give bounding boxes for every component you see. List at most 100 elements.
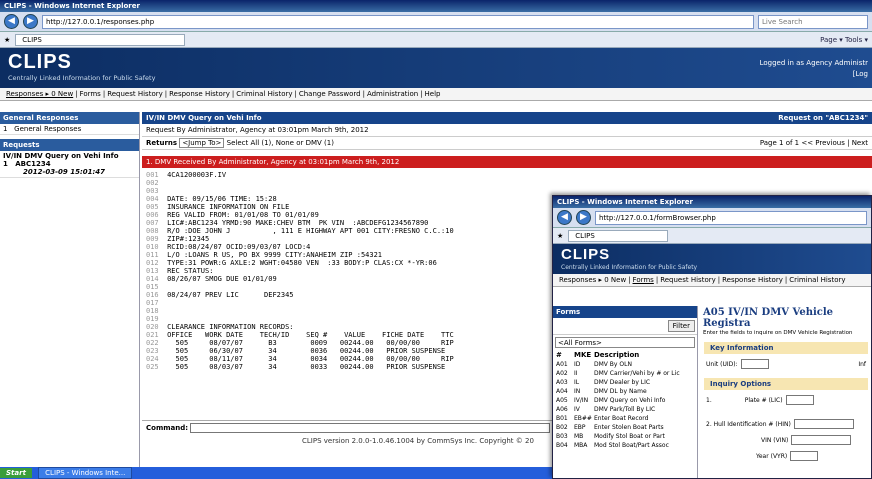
line-number: 018 <box>146 307 159 315</box>
favorites-star-icon[interactable]: ★ <box>557 232 563 240</box>
line-text: TYPE:31 POWR:G AXLE:2 WGHT:04580 VEN :33… <box>167 259 437 267</box>
line-number: 003 <box>146 187 159 195</box>
line-number: 001 <box>146 171 159 179</box>
request-by-text: Request By Administrator, Agency at 03:0… <box>146 126 369 134</box>
back-icon[interactable]: ◀ <box>557 210 572 225</box>
row-number: 1 <box>3 125 8 133</box>
year-input[interactable] <box>790 451 819 461</box>
form-list-item[interactable]: A04 IN DMV DL by Name <box>553 387 697 396</box>
form-list-item[interactable]: B04 MBA Mod Stol Boat/Part Assoc <box>553 441 697 450</box>
form-mke: ID <box>574 361 581 368</box>
taskbar-item[interactable]: CLIPS - Windows Inte... <box>38 467 133 479</box>
line-number: 004 <box>146 195 159 203</box>
menu-criminal-history[interactable]: Criminal History <box>234 90 294 98</box>
vin-input[interactable] <box>791 435 852 445</box>
form-code: A06 <box>556 406 568 413</box>
request-type: IV/IN DMV Query on Vehi Info <box>3 152 119 160</box>
line-text: REG VALID FROM: 01/01/08 TO 01/01/09 <box>167 211 319 219</box>
forms-heading: Forms <box>553 306 697 318</box>
forward-icon[interactable]: ▶ <box>576 210 591 225</box>
line-number: 002 <box>146 179 159 187</box>
search-input[interactable]: Live Search <box>758 14 868 29</box>
form-list-item[interactable]: A01 ID DMV By OLN <box>553 360 697 369</box>
line-text: DATE: 09/15/06 TIME: 15:28 <box>167 195 277 203</box>
line-number: 007 <box>146 219 159 227</box>
jump-to-select[interactable]: <Jump To> <box>179 138 225 148</box>
url-input[interactable]: http://127.0.0.1/formBrowser.php <box>595 210 867 225</box>
form-code: B02 <box>556 424 568 431</box>
report-line: 002 <box>146 179 872 187</box>
menu-responses[interactable]: Responses ▸ 0 New <box>557 276 628 284</box>
menu-criminal-history[interactable]: Criminal History <box>787 276 847 284</box>
line-number: 024 <box>146 355 159 363</box>
pagination[interactable]: Page 1 of 1 << Previous | Next <box>760 139 868 147</box>
form-browser-window: CLIPS - Windows Internet Explorer ◀ ▶ ht… <box>552 195 872 479</box>
line-number: 010 <box>146 243 159 251</box>
hin-input[interactable] <box>793 419 854 429</box>
browser-tab[interactable]: CLIPS <box>568 229 669 242</box>
logout-link[interactable]: [Log <box>760 69 868 80</box>
menu-help[interactable]: Help <box>423 90 443 98</box>
menu-administration[interactable]: Administration <box>365 90 420 98</box>
form-title: A05 IV/IN DMV Vehicle Registra <box>703 307 834 329</box>
form-list-item[interactable]: B03 MB Modify Stol Boat or Part <box>553 432 697 441</box>
line-number: 019 <box>146 315 159 323</box>
form-list-item[interactable]: B01 EB## Enter Boat Record <box>553 414 697 423</box>
page-tools-menu[interactable]: Page ▾ Tools ▾ <box>820 36 868 44</box>
form-description: Mod Stol Boat/Part Assoc <box>594 442 669 449</box>
line-number: 020 <box>146 323 159 331</box>
form-mke: EBP <box>574 424 586 431</box>
menu-forms[interactable]: Forms <box>78 90 103 98</box>
command-input[interactable] <box>190 423 551 433</box>
unit-input[interactable] <box>740 359 769 369</box>
request-item[interactable]: IV/IN DMV Query on Vehi Info 1 ABC1234 2… <box>0 151 139 178</box>
filter-button[interactable]: Filter <box>667 320 695 332</box>
menu-responses[interactable]: Responses ▸ 0 New <box>4 90 75 98</box>
form-list-item[interactable]: A05 IV/IN DMV Query on Vehi Info <box>553 396 697 405</box>
request-date: 2012-03-09 15:01:47 <box>23 168 106 176</box>
forms-columns: # MKE Description <box>553 350 697 360</box>
request-number: 1 <box>3 160 8 168</box>
tagline: Centrally Linked Information for Public … <box>561 264 698 271</box>
menu-response-history[interactable]: Response History <box>167 90 232 98</box>
form-list-item[interactable]: A06 IV DMV Park/Toll By LIC <box>553 405 697 414</box>
report-line: 001 4CA1200003F.IV <box>146 171 872 179</box>
tab-bar: ★ CLIPS Page ▾ Tools ▾ <box>0 32 872 48</box>
forms-list-panel: Forms Filter <All Forms> # MKE Description… <box>553 306 698 478</box>
year-label: Year (VYR) <box>756 452 788 460</box>
form-description: Modify Stol Boat or Part <box>594 433 665 440</box>
form-list-item[interactable]: A02 II DMV Carrier/Vehi by # or Lic <box>553 369 697 378</box>
menu-request-history[interactable]: Request History <box>105 90 165 98</box>
app-menu: Responses ▸ 0 New | Forms | Request History |… <box>0 88 872 101</box>
select-links[interactable]: Select All (1), None or DMV (1) <box>227 139 334 147</box>
back-icon[interactable]: ◀ <box>4 14 19 29</box>
form-description: DMV Park/Toll By LIC <box>594 406 656 413</box>
general-responses-item[interactable]: 1 General Responses <box>0 124 139 135</box>
url-input[interactable]: http://127.0.0.1/responses.php <box>42 14 754 29</box>
menu-forms[interactable]: Forms <box>631 276 656 284</box>
line-number: 025 <box>146 363 159 371</box>
vin-field-row: VIN (VIN) <box>700 432 871 448</box>
plate-input[interactable] <box>785 395 814 405</box>
forms-rows: A01 ID DMV By OLN A02 II DMV Carrier/Vehi by … <box>553 360 697 450</box>
col-mke: MKE <box>574 351 592 359</box>
form-code: A04 <box>556 388 568 395</box>
menu-response-history[interactable]: Response History <box>720 276 785 284</box>
browser-tab[interactable]: CLIPS <box>15 33 186 46</box>
address-bar: ◀ ▶ http://127.0.0.1/formBrowser.php <box>553 208 871 228</box>
form-list-item[interactable]: B02 EBP Enter Stolen Boat Parts <box>553 423 697 432</box>
forms-select[interactable]: <All Forms> <box>555 337 695 348</box>
form-mke: IN <box>574 388 581 395</box>
line-number: 021 <box>146 331 159 339</box>
start-button[interactable]: Start <box>0 468 32 478</box>
menu-change-password[interactable]: Change Password <box>297 90 363 98</box>
favorites-star-icon[interactable]: ★ <box>4 36 10 44</box>
clips-logo: CLIPS <box>561 246 611 263</box>
form-subtitle: Enter the fields to inquire on DMV Vehic… <box>703 330 853 336</box>
menu-request-history[interactable]: Request History <box>658 276 718 284</box>
line-text: 08/24/07 PREV LIC DEF2345 <box>167 291 294 299</box>
form-list-item[interactable]: A03 IL DMV Dealer by LIC <box>553 378 697 387</box>
forward-icon[interactable]: ▶ <box>23 14 38 29</box>
login-text: Logged in as Agency Administr <box>759 59 868 67</box>
dmv-response-bar[interactable]: 1. DMV Received By Administrator, Agency… <box>142 156 872 168</box>
